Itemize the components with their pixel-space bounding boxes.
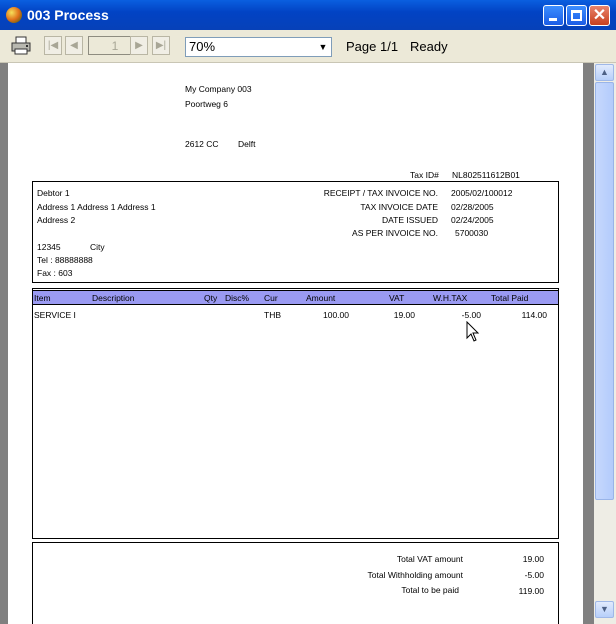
first-page-button[interactable]: |◀ <box>44 36 62 55</box>
col-disc: Disc% <box>225 293 250 303</box>
last-page-icon: ▶| <box>155 40 167 51</box>
maximize-button[interactable] <box>566 5 587 26</box>
window-title: 003 Process <box>27 7 109 23</box>
receipt-no-value: 2005/02/100012 <box>451 188 513 198</box>
next-page-button[interactable]: ▶ <box>130 36 148 55</box>
col-wh-tax: W.H.TAX <box>433 293 468 303</box>
per-invoice-value: 5700030 <box>455 228 489 238</box>
mouse-cursor-icon <box>466 321 480 342</box>
company-postal: 2612 CC <box>185 139 219 149</box>
debtor-postal: 12345 <box>37 242 61 252</box>
row-item: SERVICE I <box>34 310 76 320</box>
prev-page-button[interactable]: ◀ <box>65 36 83 55</box>
report-page: My Company 003 Poortweg 6 2612 CC Delft … <box>8 63 583 624</box>
row-amount: 100.00 <box>323 310 349 320</box>
receipt-no-label: RECEIPT / TAX INVOICE NO. <box>323 188 438 198</box>
date-issued-label: DATE ISSUED <box>381 215 438 225</box>
last-page-button[interactable]: ▶| <box>152 36 170 55</box>
preview-toolbar: |◀ ◀ 1 ▶ ▶| 70% ▼ Page 1/1 Ready <box>0 30 616 63</box>
prev-page-icon: ◀ <box>70 40 78 51</box>
col-item: Item <box>34 293 51 303</box>
title-bar[interactable]: 003 Process ✕ <box>0 0 616 30</box>
col-qty: Qty <box>204 293 218 303</box>
row-vat: 19.00 <box>393 310 415 320</box>
scroll-up-icon: ▲ <box>600 67 609 77</box>
scroll-down-button[interactable]: ▼ <box>595 601 614 618</box>
row-total-paid: 114.00 <box>521 310 547 320</box>
col-amount: Amount <box>306 293 336 303</box>
scroll-thumb[interactable] <box>595 82 614 500</box>
tax-invoice-date-label: TAX INVOICE DATE <box>360 202 438 212</box>
first-page-icon: |◀ <box>47 40 59 51</box>
minimize-button[interactable] <box>543 5 564 26</box>
debtor-tel: Tel : 88888888 <box>37 255 93 265</box>
scroll-down-icon: ▼ <box>600 604 609 614</box>
zoom-value: 70% <box>189 39 216 54</box>
total-withholding-value: -5.00 <box>524 570 544 580</box>
total-withholding-label: Total Withholding amount <box>367 570 463 580</box>
company-city: Delft <box>238 139 256 149</box>
date-issued-value: 02/24/2005 <box>451 215 494 225</box>
tax-invoice-date-value: 02/28/2005 <box>451 202 494 212</box>
per-invoice-label: AS PER INVOICE NO. <box>352 228 438 238</box>
next-page-icon: ▶ <box>135 40 143 51</box>
page-status: Page 1/1 <box>346 39 399 54</box>
vertical-scrollbar[interactable]: ▲ ▼ <box>594 63 616 624</box>
total-to-pay-label: Total to be paid <box>401 585 459 595</box>
total-to-pay-value: 119.00 <box>518 586 544 596</box>
debtor-name: Debtor 1 <box>37 188 70 198</box>
debtor-city: City <box>90 242 105 252</box>
zoom-select[interactable]: 70% ▼ <box>185 37 332 57</box>
tax-id-label: Tax ID# <box>410 170 439 180</box>
tax-id-value: NL802511612B01 <box>452 170 520 180</box>
preview-area[interactable]: My Company 003 Poortweg 6 2612 CC Delft … <box>0 63 594 624</box>
debtor-address1: Address 1 Address 1 Address 1 <box>37 202 156 212</box>
scroll-up-button[interactable]: ▲ <box>595 64 614 81</box>
close-button[interactable]: ✕ <box>589 5 610 26</box>
debtor-address2: Address 2 <box>37 215 76 225</box>
debtor-fax: Fax : 603 <box>37 268 73 278</box>
close-icon: ✕ <box>592 7 607 24</box>
row-wh-tax: -5.00 <box>461 310 481 320</box>
printer-icon <box>11 36 31 55</box>
ready-status: Ready <box>410 39 448 54</box>
col-vat: VAT <box>389 293 405 303</box>
print-button[interactable] <box>10 36 32 56</box>
total-vat-label: Total VAT amount <box>396 554 463 564</box>
row-cur: THB <box>264 310 281 320</box>
minimize-icon <box>549 18 557 21</box>
company-name: My Company 003 <box>185 84 252 94</box>
report-preview-window: 003 Process ✕ |◀ ◀ 1 ▶ ▶| 70% ▼ Page 1/1… <box>0 0 616 624</box>
col-cur: Cur <box>264 293 278 303</box>
col-total-paid: Total Paid <box>491 293 529 303</box>
maximize-icon <box>571 10 582 21</box>
company-street: Poortweg 6 <box>185 99 228 109</box>
total-vat-value: 19.00 <box>522 554 544 564</box>
app-icon <box>6 7 22 23</box>
dropdown-arrow-icon[interactable]: ▼ <box>315 38 331 56</box>
col-description: Description <box>92 293 135 303</box>
